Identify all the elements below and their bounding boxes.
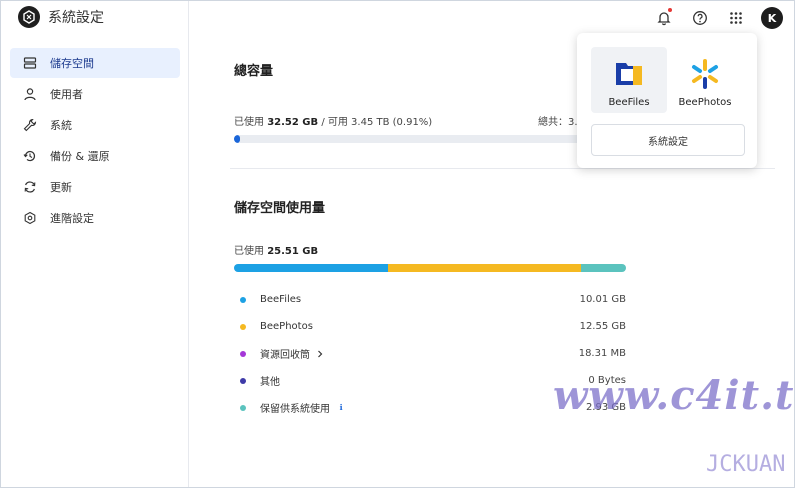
info-icon[interactable]: ℹ <box>336 403 346 413</box>
legend-dot <box>240 404 246 411</box>
usage-bar <box>234 264 626 272</box>
app-tile-beefiles[interactable]: BeeFiles <box>591 47 667 113</box>
section-divider <box>230 168 775 169</box>
legend-dot <box>240 377 246 384</box>
refresh-icon <box>22 179 38 195</box>
app-label: BeeFiles <box>608 97 650 108</box>
sidebar-item-advanced[interactable]: 進階設定 <box>10 203 180 233</box>
system-settings-button[interactable]: 系統設定 <box>591 124 745 156</box>
usage-bar-segment <box>234 264 388 272</box>
usage-title: 儲存空間使用量 <box>234 201 326 216</box>
legend-label: 保留供系統使用 <box>260 404 330 415</box>
usage-used-prefix: 已使用 <box>234 246 264 257</box>
capacity-total: 總共：3. <box>538 117 578 128</box>
usage-bar-segment <box>580 264 626 272</box>
user-icon <box>22 86 38 102</box>
sidebar-item-label: 使用者 <box>50 88 83 101</box>
usage-bar-segment <box>387 264 581 272</box>
beephotos-logo-icon <box>692 59 718 89</box>
help-icon[interactable] <box>689 7 711 29</box>
legend-row-recycle-bin[interactable]: 資源回收筒 18.31 MB <box>234 340 626 367</box>
capacity-summary: 已使用 32.52 GB / 可用 3.45 TB (0.91%) <box>234 113 432 128</box>
capacity-bar-fill <box>234 135 240 143</box>
legend-name: 其他 <box>260 373 588 388</box>
usage-summary: 已使用 25.51 GB <box>234 242 318 257</box>
sidebar-item-users[interactable]: 使用者 <box>10 79 180 109</box>
app-title: 系統設定 <box>48 10 104 26</box>
notification-dot <box>668 8 672 12</box>
apps-grid-icon[interactable] <box>725 7 747 29</box>
legend-dot <box>240 350 246 357</box>
sidebar-item-label: 更新 <box>50 181 72 194</box>
capacity-available-value: 3.45 TB (0.91%) <box>351 117 433 128</box>
capacity-title: 總容量 <box>234 64 274 79</box>
sidebar-item-label: 系統 <box>50 119 72 132</box>
chevron-right-icon[interactable] <box>316 350 324 358</box>
beefiles-logo-icon <box>616 63 642 85</box>
sidebar-item-label: 備份 & 還原 <box>50 150 110 163</box>
legend-value: 18.31 MB <box>578 348 626 359</box>
sidebar-item-update[interactable]: 更新 <box>10 172 180 202</box>
backup-restore-icon <box>22 148 38 164</box>
sidebar-nav: 儲存空間 使用者 系統 備份 & 還原 更新 進階設定 <box>10 48 180 234</box>
legend-row-beefiles: BeeFiles 10.01 GB <box>234 286 626 313</box>
usage-used-value: 25.51 GB <box>267 246 319 257</box>
sidebar-item-backup-restore[interactable]: 備份 & 還原 <box>10 141 180 171</box>
sidebar-item-storage[interactable]: 儲存空間 <box>10 48 180 78</box>
sidebar-item-label: 進階設定 <box>50 212 94 225</box>
top-bar-actions: K <box>653 7 783 29</box>
app-tile-beephotos[interactable]: BeePhotos <box>667 47 743 113</box>
legend-name[interactable]: 資源回收筒 <box>260 346 579 361</box>
app-label: BeePhotos <box>678 97 732 108</box>
legend-label: BeePhotos <box>260 321 313 332</box>
capacity-used-value: 32.52 GB <box>267 117 319 128</box>
legend-name: 保留供系統使用 ℹ <box>260 400 586 415</box>
advanced-settings-icon <box>22 210 38 226</box>
legend-row-beephotos: BeePhotos 12.55 GB <box>234 313 626 340</box>
legend-label: BeeFiles <box>260 294 302 305</box>
storage-icon <box>22 55 38 71</box>
sidebar: 系統設定 儲存空間 使用者 系統 備份 & 還原 更新 進階設定 <box>0 0 189 488</box>
wrench-icon <box>22 117 38 133</box>
brand: 系統設定 <box>18 6 104 28</box>
bell-icon[interactable] <box>653 7 675 29</box>
capacity-bar <box>234 135 624 143</box>
legend-dot <box>240 296 246 303</box>
legend-dot <box>240 323 246 330</box>
legend-label[interactable]: 資源回收筒 <box>260 346 310 361</box>
app-logo-icon <box>18 6 40 28</box>
capacity-used-prefix: 已使用 <box>234 117 264 128</box>
sidebar-item-system[interactable]: 系統 <box>10 110 180 140</box>
legend-name: BeePhotos <box>260 321 580 332</box>
legend-name: BeeFiles <box>260 294 580 305</box>
capacity-separator: / 可用 <box>318 117 352 128</box>
avatar[interactable]: K <box>761 7 783 29</box>
legend-label: 其他 <box>260 377 280 388</box>
legend-value: 10.01 GB <box>579 294 626 305</box>
app-switcher-popover: BeeFiles BeePhotos 系統設定 <box>577 33 757 168</box>
watermark-sub: JCKUAN <box>706 452 786 477</box>
legend-value: 12.55 GB <box>579 321 626 332</box>
watermark: www.c4it.tw <box>553 372 795 419</box>
sidebar-item-label: 儲存空間 <box>50 57 94 70</box>
